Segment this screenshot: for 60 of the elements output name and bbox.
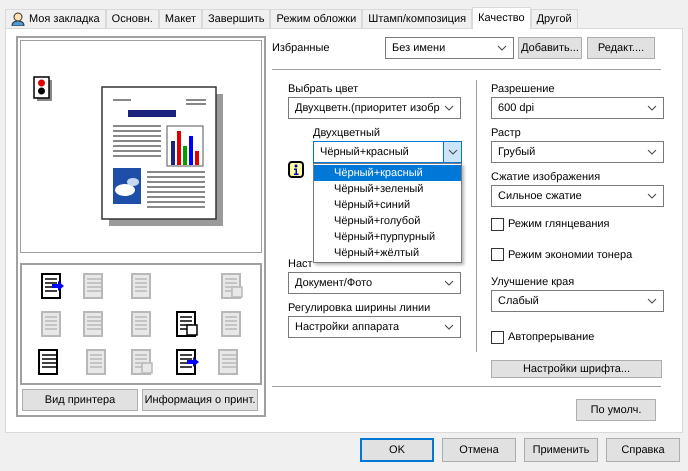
dialog-button[interactable]: Отмена	[442, 438, 516, 462]
button[interactable]: Редакт....	[587, 37, 655, 59]
dialog-button[interactable]: Применить	[524, 438, 598, 462]
tab[interactable]: Основн.	[106, 9, 159, 28]
tab[interactable]: Режим обложки	[270, 9, 362, 28]
button[interactable]: По умолч.	[576, 399, 656, 421]
checkbox[interactable]	[491, 248, 504, 262]
chevron-icon	[647, 298, 657, 304]
checkbox-label: Режим экономии тонера	[508, 248, 632, 262]
checkbox-label: Автопрерывание	[508, 330, 594, 345]
chevron-icon	[647, 193, 657, 199]
chevron-icon	[647, 105, 657, 111]
field-label: Улучшение края	[491, 275, 574, 289]
tab[interactable]: Штамп/композиция	[362, 9, 472, 28]
chevron-icon	[444, 324, 454, 330]
dropdown[interactable]: Чёрный+красный	[313, 141, 462, 163]
button[interactable]: Настройки шрифта...	[491, 360, 662, 378]
field-label: Выбрать цвет	[288, 82, 358, 96]
button[interactable]: Информация о принт.	[142, 389, 258, 411]
chevron-icon	[497, 45, 507, 51]
field-label: Двухцветный	[313, 126, 380, 140]
dialog-button[interactable]: Справка	[606, 438, 680, 462]
color-dots-icon	[33, 76, 53, 102]
tab[interactable]: Качество	[472, 7, 531, 29]
dropdown[interactable]: Слабый	[491, 290, 664, 312]
chevron-icon	[444, 105, 454, 111]
dropdown[interactable]: Без имени	[385, 37, 514, 59]
dropdown-option[interactable]: Чёрный+пурпурный	[314, 229, 461, 245]
tab[interactable]: Завершить	[202, 9, 270, 28]
field-label: Регулировка ширины линии	[288, 301, 430, 315]
field-label: Растр	[491, 126, 521, 140]
dropdown-option[interactable]: Чёрный+голубой	[314, 213, 461, 229]
field-label: Разрешение	[491, 82, 555, 96]
field-label: Избранные	[272, 40, 331, 56]
button[interactable]: Вид принтера	[22, 389, 138, 411]
dropdown-option[interactable]: Чёрный+жёлтый	[314, 245, 461, 261]
dropdown-option[interactable]: Чёрный+зеленый	[314, 181, 461, 197]
tab[interactable]: Другой	[530, 9, 578, 28]
dropdown[interactable]: Двухцветн.(приоритет изобр	[288, 97, 461, 119]
info-icon[interactable]	[288, 161, 304, 178]
button[interactable]: Добавить...	[518, 37, 582, 59]
dropdown[interactable]: Документ/Фото	[288, 272, 461, 294]
dropdown[interactable]: Сильное сжатие	[491, 185, 664, 207]
dialog-button[interactable]: OK	[360, 438, 434, 462]
user-icon	[11, 12, 25, 26]
field-label: Сжатие изображения	[491, 170, 600, 184]
chevron-icon	[444, 280, 454, 286]
checkbox[interactable]	[491, 330, 504, 344]
tab[interactable]: Макет	[158, 9, 202, 28]
checkbox-label: Режим глянцевания	[508, 217, 610, 232]
chevron-icon	[448, 149, 458, 155]
dropdown[interactable]: 600 dpi	[491, 97, 664, 119]
field-label: Наст	[288, 257, 313, 271]
dropdown-option[interactable]: Чёрный+красный	[314, 165, 461, 181]
dropdown-option[interactable]: Чёрный+синий	[314, 197, 461, 213]
dropdown[interactable]: Грубый	[491, 141, 664, 163]
chevron-icon	[647, 149, 657, 155]
tab[interactable]: Моя закладка	[5, 9, 106, 28]
dropdown[interactable]: Настройки аппарата	[288, 316, 461, 338]
checkbox[interactable]	[491, 218, 504, 231]
